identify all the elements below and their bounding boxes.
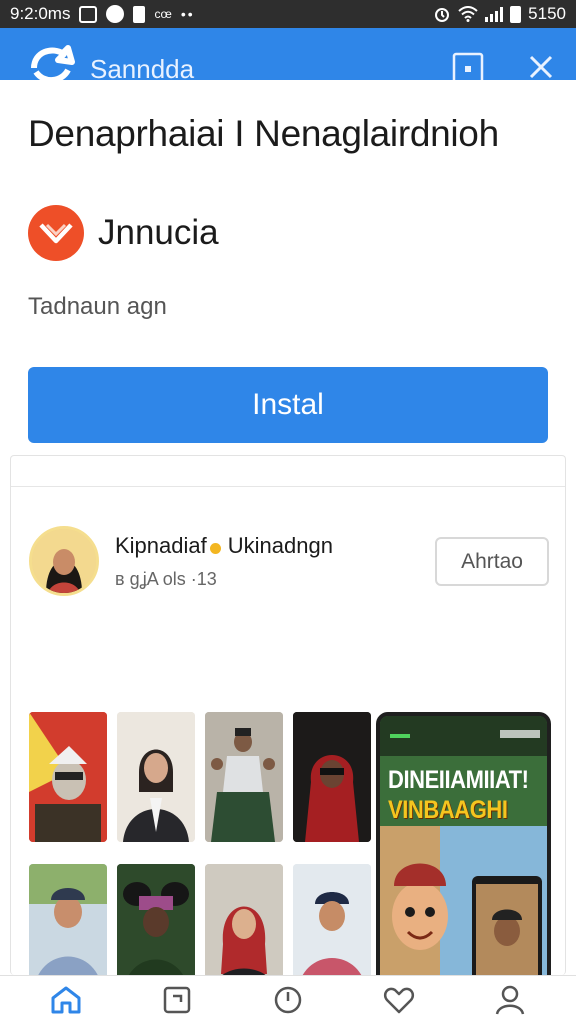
app-subtitle: Tadnaun agn [28,293,167,320]
page-title: Denaprhaiai I Nenaglairdnioh [28,113,499,154]
screen: 9:2:0ms cœ •• 5150 Sanndda Denaprhaiai I… [0,0,576,1024]
nav-activity[interactable] [258,978,318,1022]
nav-profile[interactable] [480,978,540,1022]
notification-icon [79,5,98,23]
status-clock: 5150 [528,4,566,23]
status-bar: 9:2:0ms cœ •• 5150 [0,0,576,28]
nav-home[interactable] [36,978,96,1022]
media-thumbnail[interactable] [29,712,107,842]
app-icon [28,205,84,261]
app-bar: Sanndda [0,28,576,84]
post-card: Kipnadiaf Ukinadngn ʙ ɡʝA ols ·13 Ahrtao [10,455,566,1024]
post-author: Kipnadiaf Ukinadngn ʙ ɡʝA ols ·13 [29,526,333,596]
app-bar-title: Sanndda [90,54,195,84]
heart-icon[interactable] [383,986,415,1014]
post-meta: ʙ ɡʝA ols ·13 [115,568,217,589]
install-button[interactable]: Instal [28,367,548,443]
media-thumbnail[interactable] [117,712,195,842]
verified-badge-icon [209,543,221,554]
close-icon[interactable] [528,54,554,80]
clock-icon[interactable] [273,985,303,1015]
camera-icon [106,5,125,23]
app-title: Jnnucia [98,213,219,252]
home-icon[interactable] [50,985,82,1015]
install-sheet: Denaprhaiai I Nenaglairdnioh Jnnucia Tad… [0,80,576,1024]
media-thumbnail[interactable] [205,712,283,842]
square-icon[interactable] [163,986,191,1014]
battery-icon [510,5,522,23]
status-dots: •• [180,6,195,22]
divider [11,486,565,487]
nav-library[interactable] [147,978,207,1022]
nav-favorites[interactable] [369,978,429,1022]
phone-subheadline: VINBAAGHI [388,796,508,824]
avatar[interactable] [29,526,99,596]
chevron-heart-icon [39,223,73,244]
author-name[interactable]: Kipnadiaf Ukinadngn [115,533,333,559]
document-icon [133,5,146,23]
phone-headline: DINEIIAMIIAT! [388,766,529,794]
person-icon[interactable] [495,985,525,1015]
status-time: 9:2:0ms [10,4,71,23]
media-thumbnail[interactable] [293,712,371,842]
app-info: Jnnucia [28,205,219,261]
signal-icon [485,6,504,22]
share-icon[interactable] [452,52,484,80]
wifi-icon [458,6,478,22]
bottom-nav [0,975,576,1024]
follow-button[interactable]: Ahrtao [435,537,549,586]
status-mini-label: cœ [154,7,172,21]
alarm-icon [435,8,450,22]
